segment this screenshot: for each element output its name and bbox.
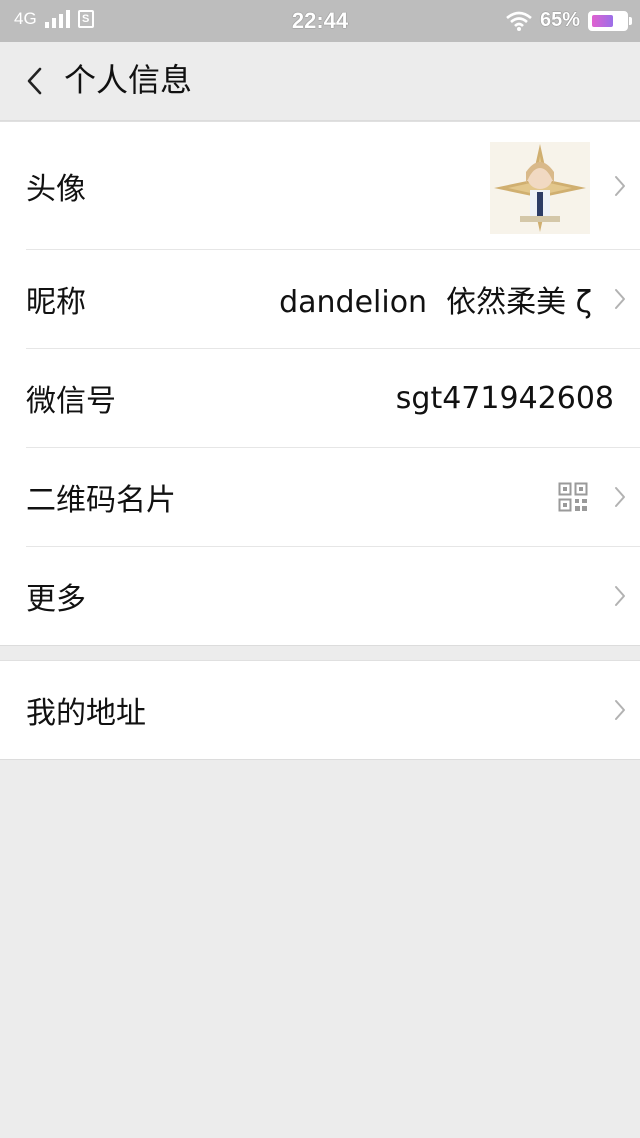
chevron-right-icon [615,487,625,507]
nickname-value: dandelion 依然柔美 ζ [279,285,592,320]
battery-icon [588,10,632,31]
avatar [490,142,590,234]
wechat-id-value: sgt471942608 [395,380,614,416]
status-bar: 4G S 22:44 65% [0,0,640,42]
avatar-label: 头像 [26,171,86,207]
back-button[interactable] [16,62,52,100]
address-row[interactable]: 我的地址 [26,661,640,759]
avatar-image [490,142,590,234]
profile-group: 头像 昵称 dandelion 依然柔美 ζ 微信号 sgt471942608 [0,121,640,646]
qr-card-row[interactable]: 二维码名片 [26,447,640,546]
qr-card-label: 二维码名片 [26,483,176,518]
chevron-right-icon [615,700,625,720]
wifi-icon [506,11,532,31]
address-label: 我的地址 [26,696,146,731]
nickname-label: 昵称 [26,285,86,320]
status-right: 65% [506,9,632,32]
chevron-right-icon [615,175,625,196]
address-group: 我的地址 [0,660,640,760]
page-title: 个人信息 [64,61,193,99]
chevron-right-icon [615,289,625,309]
battery-level [592,14,613,27]
qr-code-icon [558,482,588,512]
battery-percent: 65% [539,9,580,31]
chevron-right-icon [615,586,625,606]
chevron-left-icon [27,67,42,95]
nickname-row[interactable]: 昵称 dandelion 依然柔美 ζ [26,249,640,348]
avatar-row[interactable]: 头像 [26,122,640,249]
more-label: 更多 [26,582,86,617]
more-row[interactable]: 更多 [26,546,640,645]
wechat-id-row[interactable]: 微信号 sgt471942608 [26,348,640,447]
nav-bar: 个人信息 [0,42,640,121]
wechat-id-label: 微信号 [26,384,116,419]
